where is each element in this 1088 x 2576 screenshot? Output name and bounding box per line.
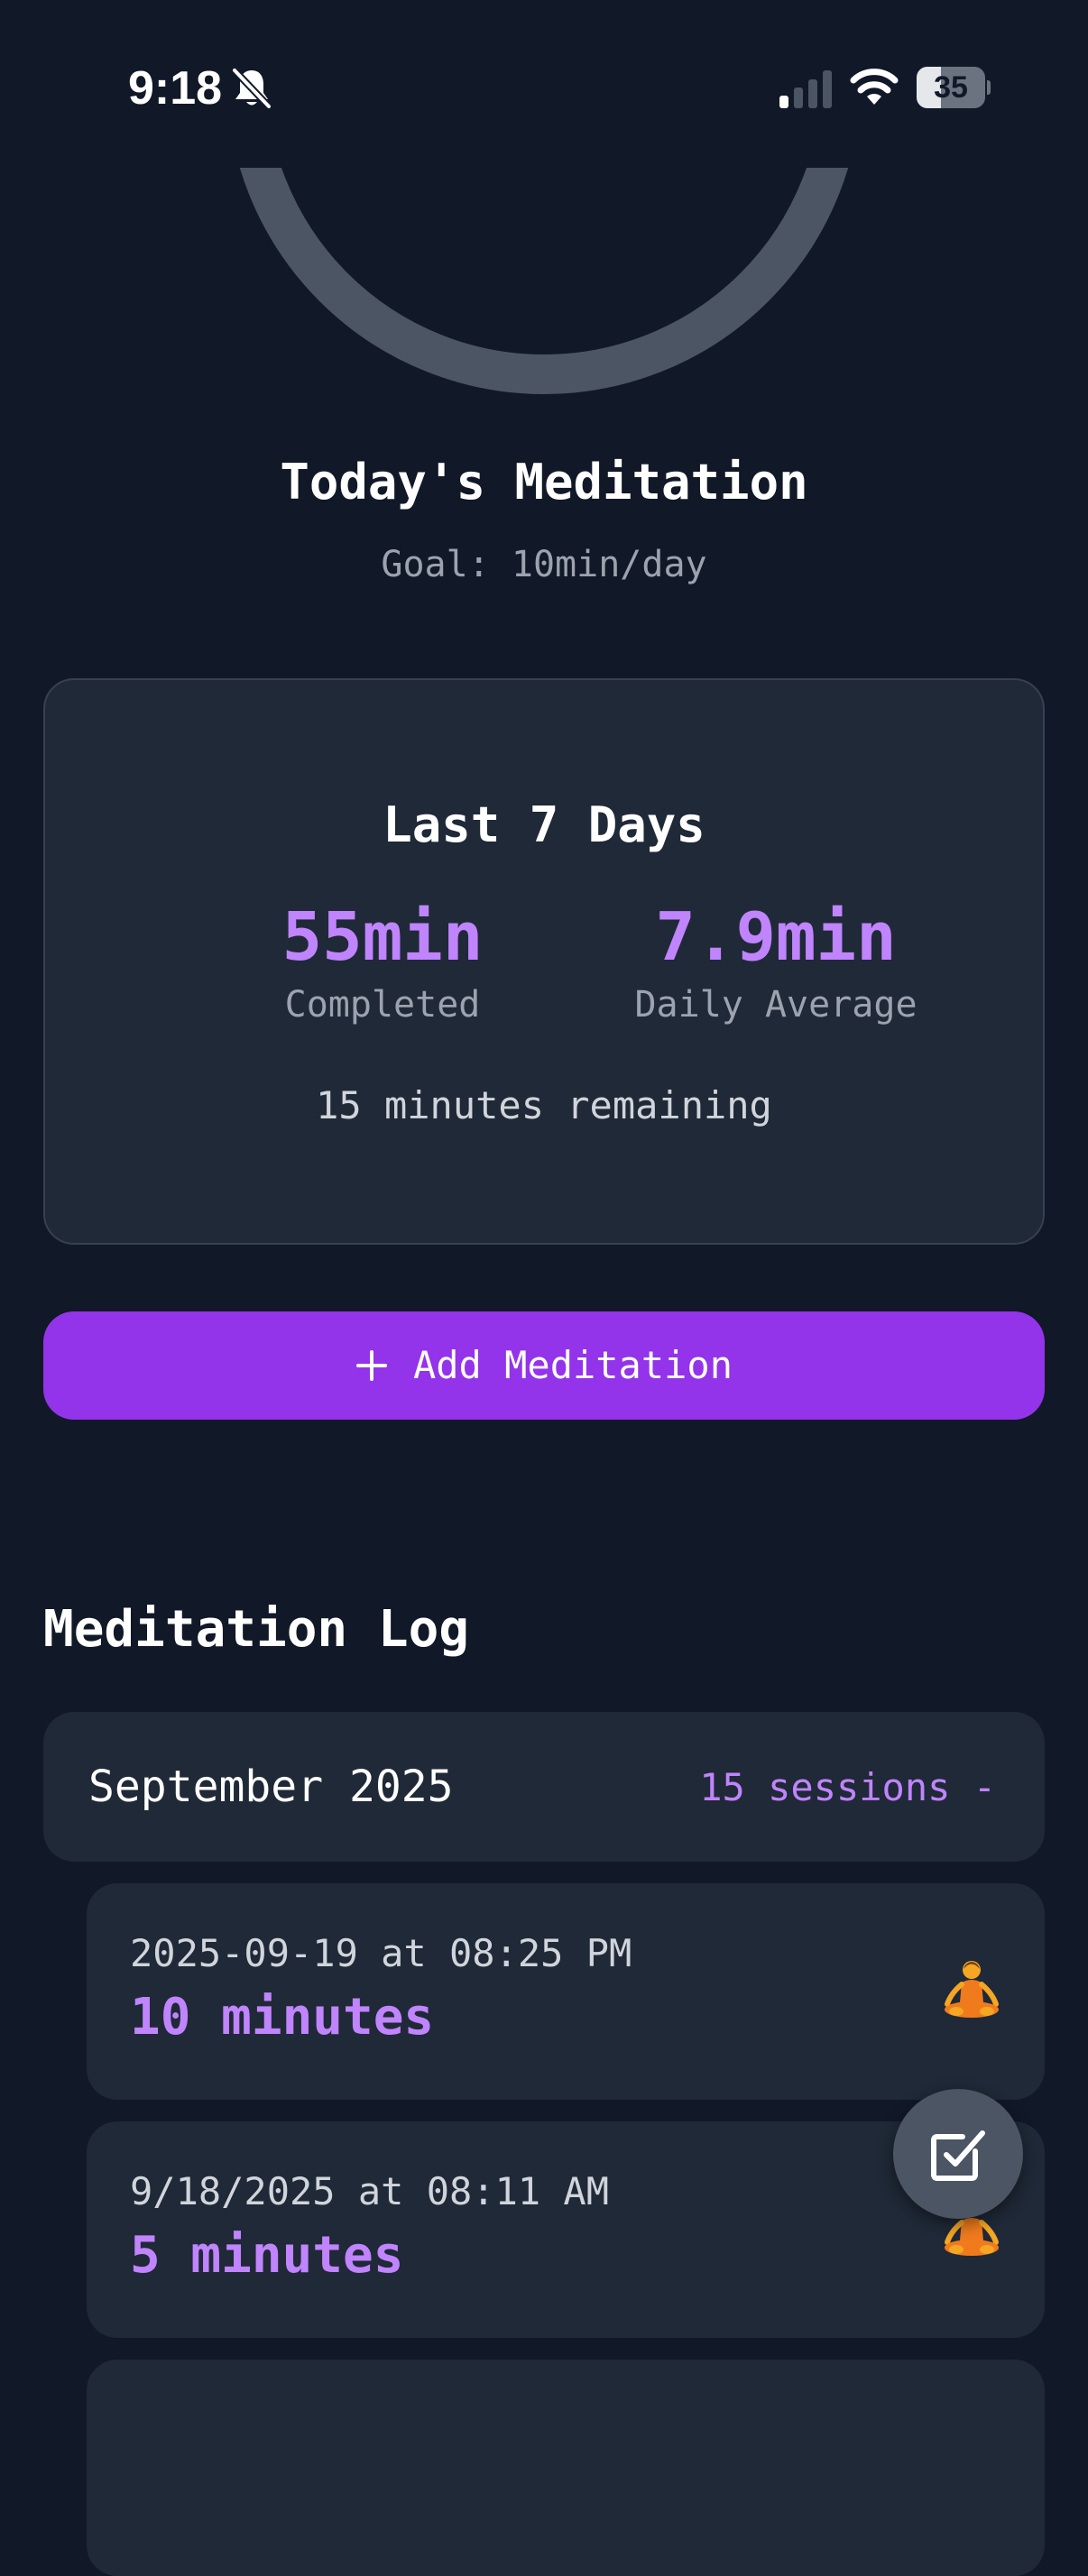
remaining-text: 15 minutes remaining (316, 1083, 772, 1127)
session-duration: 5 minutes (130, 2226, 404, 2285)
completed-stat: 55min Completed (193, 897, 572, 1030)
goal-text: Goal: 10min/day (381, 544, 707, 585)
session-duration: 10 minutes (130, 1988, 435, 2047)
log-heading: Meditation Log (43, 1600, 470, 1659)
completed-value: 55min (281, 898, 484, 976)
session-date: 9/18/2025 at 08:11 AM (130, 2169, 610, 2213)
session-item[interactable] (87, 2360, 1045, 2576)
weekly-stats-card: Last 7 Days 55min Completed 7.9min Daily… (43, 678, 1045, 1245)
checkbox-icon (931, 2130, 985, 2181)
add-meditation-label: Add Meditation (412, 1343, 733, 1387)
completed-label: Completed (284, 984, 481, 1026)
checkbox-fab-button[interactable] (893, 2089, 1023, 2219)
average-value: 7.9min (655, 898, 897, 976)
session-item[interactable]: 2025-09-19 at 08:25 PM 10 minutes (87, 1883, 1045, 2100)
session-date: 2025-09-19 at 08:25 PM (130, 1931, 632, 1975)
stats-title: Last 7 Days (383, 796, 705, 853)
average-stat: 7.9min Daily Average (586, 897, 965, 1030)
add-meditation-button[interactable]: Add Meditation (43, 1311, 1045, 1420)
average-label: Daily Average (634, 984, 917, 1026)
month-session-count: 15 sessions - (699, 1765, 996, 1809)
plus-icon (355, 1350, 387, 1381)
page-title: Today's Meditation (280, 454, 808, 511)
meditation-person-icon (945, 1961, 999, 2018)
month-group-header[interactable]: September 2025 15 sessions - (43, 1712, 1045, 1862)
progress-ring (239, 168, 849, 394)
month-name: September 2025 (88, 1762, 454, 1812)
